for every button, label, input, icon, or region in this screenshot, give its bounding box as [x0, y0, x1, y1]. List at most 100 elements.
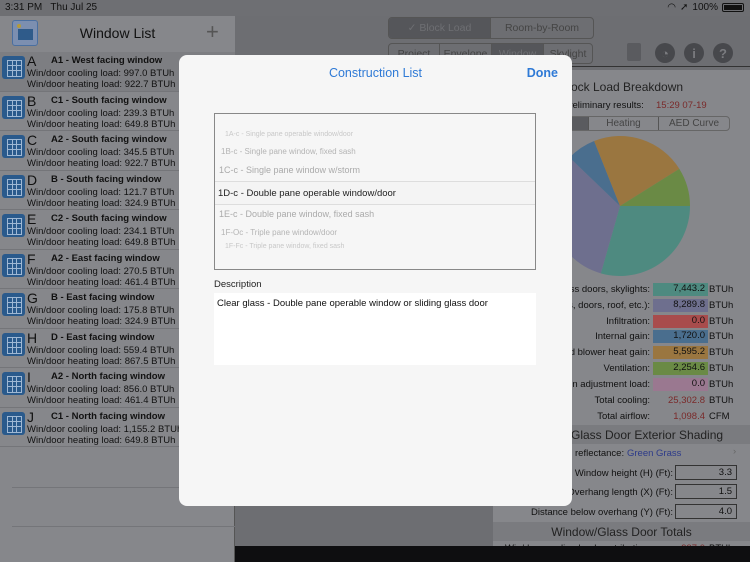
picker-item-selected[interactable]: 1D-c - Double pane operable window/door [215, 181, 535, 205]
tab-heating[interactable]: Heating [589, 117, 659, 130]
window-name: A2 - North facing window [51, 371, 165, 382]
cooling-load: Win/door cooling load: 345.5 BTUh [27, 147, 175, 158]
window-letter: F [27, 250, 36, 267]
construction-list-modal: Construction List Done 1A-c - Single pan… [179, 55, 572, 506]
preliminary-time: 15:29 07-19 [656, 100, 707, 111]
list-separator [12, 526, 235, 527]
window-height-field[interactable]: 3.3 [675, 465, 737, 480]
battery-icon [722, 3, 744, 12]
window-icon [2, 135, 25, 158]
picker-item[interactable]: 1B-c - Single pane window, fixed sash [215, 147, 535, 156]
heating-load: Win/door heating load: 649.8 BTUh [27, 237, 176, 248]
total-airflow-value: 1,098.4 [673, 411, 705, 422]
window-list-header: Window List + [0, 16, 235, 52]
tab-cooling[interactable] [569, 117, 589, 130]
window-letter: J [27, 408, 34, 425]
status-time: 3:31 PM Thu Jul 25 [5, 2, 98, 13]
window-name: A2 - South facing window [51, 134, 167, 145]
breakdown-unit: BTUh [709, 331, 734, 343]
breakdown-unit: BTUh [709, 299, 734, 311]
heating-load: Win/door heating load: 922.7 BTUh [27, 79, 176, 90]
window-name: D - East facing window [51, 331, 155, 343]
breakdown-value: 0.0 [653, 314, 708, 328]
cooling-load: Win/door cooling load: 270.5 BTUh [27, 265, 175, 277]
window-icon [2, 174, 25, 198]
description-label: Description [214, 279, 262, 290]
window-letter: B [27, 92, 37, 109]
home-indicator-bar [235, 546, 750, 562]
breakdown-unit: BTUh [709, 378, 734, 390]
add-window-button[interactable]: + [206, 19, 219, 45]
picker-item[interactable]: 1F-Fc - Triple pane window, fixed sash [215, 243, 535, 250]
cooling-load: Win/door cooling load: 559.4 BTUh [27, 344, 175, 356]
window-name: B - East facing window [51, 292, 155, 303]
preliminary-label: Preliminary results: [563, 100, 644, 111]
breakdown-unit: BTUh [709, 347, 734, 359]
cooling-load: Win/door cooling load: 239.3 BTUh [27, 107, 175, 119]
status-bar: 3:31 PM Thu Jul 25 ◠ ➚ 100% [0, 0, 750, 16]
breakdown-value: 2,254.6 [653, 362, 708, 375]
window-name: C1 - South facing window [51, 94, 167, 106]
segment-room-by-room[interactable]: Room-by-Room [491, 18, 593, 38]
location-icon: ➚ [680, 2, 689, 13]
construction-picker[interactable]: 1A-c - Single pane operable window/door … [214, 113, 536, 270]
description-text[interactable]: Clear glass - Double pane operable windo… [214, 293, 536, 365]
picker-item[interactable]: 1F-Oc - Triple pane window/door [215, 228, 535, 237]
breakdown-value: 8,289.8 [653, 298, 708, 312]
window-name: A1 - West facing window [51, 55, 163, 66]
breakdown-unit: BTUh [709, 284, 734, 295]
breakdown-value: 7,443.2 [653, 283, 708, 296]
status-right: ◠ ➚ 100% [667, 2, 744, 13]
window-icon [2, 372, 25, 395]
window-icon [2, 293, 25, 316]
heating-load: Win/door heating load: 649.8 BTUh [27, 434, 176, 446]
cooling-load: Win/door cooling load: 1,155.2 BTUh [27, 423, 183, 435]
picker-item[interactable]: 1A-c - Single pane operable window/door [215, 131, 535, 138]
done-button[interactable]: Done [527, 66, 558, 80]
picker-item[interactable]: 1E-c - Double pane window, fixed sash [215, 209, 535, 219]
window-name: B - South facing window [51, 173, 162, 185]
battery-percent: 100% [692, 2, 718, 13]
totals-title: Window/Glass Door Totals [493, 522, 750, 541]
chevron-right-icon: › [733, 446, 737, 457]
window-list-title: Window List [79, 25, 156, 41]
window-letter: D [27, 171, 38, 188]
help-icon[interactable]: ? [713, 43, 733, 63]
cooling-load: Win/door cooling load: 175.8 BTUh [27, 305, 175, 316]
window-letter: E [27, 211, 37, 227]
breakdown-unit: BTUh [709, 315, 734, 327]
window-icon [2, 95, 25, 119]
window-letter: A [27, 53, 37, 69]
pie-chart-icon[interactable]: ◔ [655, 43, 675, 63]
window-name: A2 - East facing window [51, 252, 160, 264]
info-icon[interactable]: i [684, 43, 704, 63]
heating-load: Win/door heating load: 461.4 BTUh [27, 276, 176, 288]
window-letter: G [27, 290, 38, 306]
window-name: C2 - South facing window [51, 213, 167, 224]
heating-load: Win/door heating load: 867.5 BTUh [27, 355, 176, 367]
picker-item[interactable]: 1C-c - Single pane window w/storm [215, 165, 535, 175]
distance-below-field[interactable]: 4.0 [675, 504, 737, 519]
tab-aed-curve[interactable]: AED Curve [659, 117, 729, 130]
window-icon [2, 214, 25, 237]
window-letter: C [27, 132, 38, 148]
breakdown-value: 5,595.2 [653, 346, 708, 360]
heating-load: Win/door heating load: 461.4 BTUh [27, 395, 176, 406]
window-icon [2, 411, 25, 435]
calculator-icon[interactable] [627, 43, 641, 61]
heating-load: Win/door heating load: 649.8 BTUh [27, 118, 176, 130]
total-cooling-unit: BTUh [709, 395, 734, 406]
segment-block-load[interactable]: ✓ Block Load [389, 18, 491, 38]
cooling-load: Win/door cooling load: 997.0 BTUh [27, 68, 175, 79]
heating-load: Win/door heating load: 324.9 BTUh [27, 197, 176, 209]
total-airflow-unit: CFM [709, 411, 730, 422]
overhang-length-field[interactable]: 1.5 [675, 484, 737, 499]
window-letter: I [27, 369, 31, 385]
breakdown-value: 0.0 [653, 377, 708, 391]
distance-below-label: Distance below overhang (Y) (Ft): [530, 507, 673, 518]
wifi-icon: ◠ [667, 2, 677, 13]
mode-segment: ✓ Block Load Room-by-Room [388, 17, 594, 39]
cooling-load: Win/door cooling load: 121.7 BTUh [27, 186, 175, 198]
reflectance-value: Green Grass [627, 448, 682, 459]
window-icon [2, 332, 25, 356]
